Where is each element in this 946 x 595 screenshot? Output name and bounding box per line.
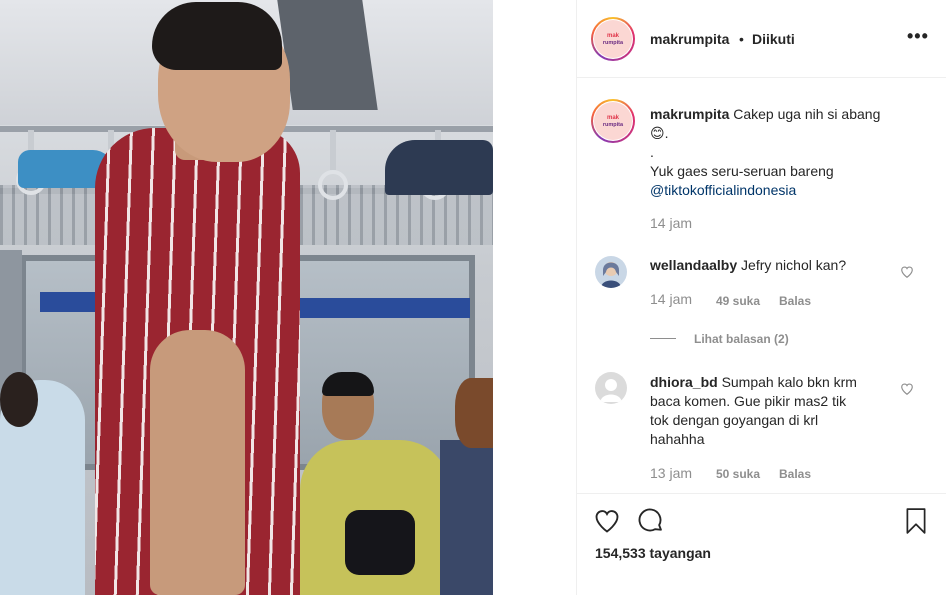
smile-emoji-icon: 😊: [650, 125, 665, 141]
view-replies-line: [650, 338, 676, 339]
avatar-logo-text: rumpita: [602, 39, 624, 46]
comment-text: Sumpah kalo bkn krm: [721, 374, 857, 390]
comment-reply-button[interactable]: Balas: [779, 294, 811, 308]
avatar-logo: mak rumpita: [594, 20, 632, 58]
video-main-person-arm: [150, 330, 245, 595]
video-ceiling-unit: [277, 0, 378, 110]
video-sign: [275, 298, 470, 318]
avatar-logo-text: mak: [606, 114, 619, 121]
video-bag: [385, 140, 493, 195]
video-passenger-head: [0, 372, 38, 427]
video-main-person-hair: [152, 2, 282, 70]
caption-text: .: [664, 125, 669, 141]
comment-timestamp[interactable]: 13 jam: [650, 465, 692, 481]
comment-line: wellandaalby Jefry nichol kan?: [650, 256, 935, 275]
comment-reply-button[interactable]: Balas: [779, 467, 811, 481]
post-header: mak rumpita makrumpita • Diikuti •••: [577, 0, 946, 78]
video-handle: [318, 170, 348, 200]
video-passenger-head: [455, 378, 493, 448]
comment-text: Jefry nichol kan?: [741, 257, 847, 273]
author-avatar[interactable]: mak rumpita: [591, 17, 635, 61]
caption-text: Cakep uga nih si abang: [733, 106, 881, 122]
caption-avatar[interactable]: mak rumpita: [591, 99, 635, 143]
comment-username[interactable]: wellandaalby: [650, 257, 737, 273]
heart-icon[interactable]: [593, 507, 621, 535]
comment-text: tok dengan goyangan di krl: [650, 412, 819, 428]
comment-timestamp[interactable]: 14 jam: [650, 291, 692, 307]
more-options-icon[interactable]: •••: [907, 26, 929, 47]
caption-timestamp[interactable]: 14 jam: [650, 215, 692, 231]
video-passenger-hair: [322, 372, 374, 396]
comment-like-count[interactable]: 49 suka: [716, 294, 760, 308]
avatar-logo-text: mak: [606, 32, 619, 39]
author-username[interactable]: makrumpita: [650, 31, 729, 47]
comment-like-count[interactable]: 50 suka: [716, 467, 760, 481]
comment-text: hahahha: [650, 431, 705, 447]
post-actions-bar: [577, 493, 946, 595]
view-count[interactable]: 154,533 tayangan: [595, 545, 711, 561]
view-replies-button[interactable]: Lihat balasan (2): [694, 332, 789, 346]
video-sign: [40, 292, 102, 312]
comment-icon[interactable]: [637, 507, 665, 535]
video-passenger-bag: [345, 510, 415, 575]
commenter-avatar[interactable]: [595, 372, 627, 404]
commenter-avatar[interactable]: [595, 256, 627, 288]
comment-text: baca komen. Gue pikir mas2 tik: [650, 393, 847, 409]
separator-dot: •: [739, 31, 744, 47]
commenter-avatar-image: [595, 256, 627, 288]
caption-mention-link[interactable]: @tiktokofficialindonesia: [650, 181, 796, 200]
bookmark-icon[interactable]: [903, 507, 929, 535]
video-passenger: [440, 440, 493, 595]
avatar-logo-text: rumpita: [602, 121, 624, 128]
comment-username[interactable]: dhiora_bd: [650, 374, 718, 390]
caption-line: makrumpita Cakep uga nih si abang: [650, 105, 935, 124]
default-avatar-icon: [595, 372, 627, 404]
video-strap: [330, 130, 336, 170]
post-video[interactable]: [0, 0, 493, 595]
comment-line: dhiora_bd Sumpah kalo bkn krm: [650, 373, 910, 392]
caption-line: 😊.: [650, 124, 669, 143]
avatar-logo: mak rumpita: [594, 102, 632, 140]
instagram-post-view: mak rumpita makrumpita • Diikuti ••• mak…: [0, 0, 946, 595]
caption-text: .: [650, 144, 654, 160]
follow-status-button[interactable]: Diikuti: [752, 31, 795, 47]
comment-like-heart-icon[interactable]: [900, 382, 914, 396]
comment-like-heart-icon[interactable]: [900, 265, 914, 279]
caption-username[interactable]: makrumpita: [650, 106, 729, 122]
caption-text: Yuk gaes seru-seruan bareng: [650, 163, 834, 179]
post-side-panel: mak rumpita makrumpita • Diikuti ••• mak…: [577, 0, 946, 595]
